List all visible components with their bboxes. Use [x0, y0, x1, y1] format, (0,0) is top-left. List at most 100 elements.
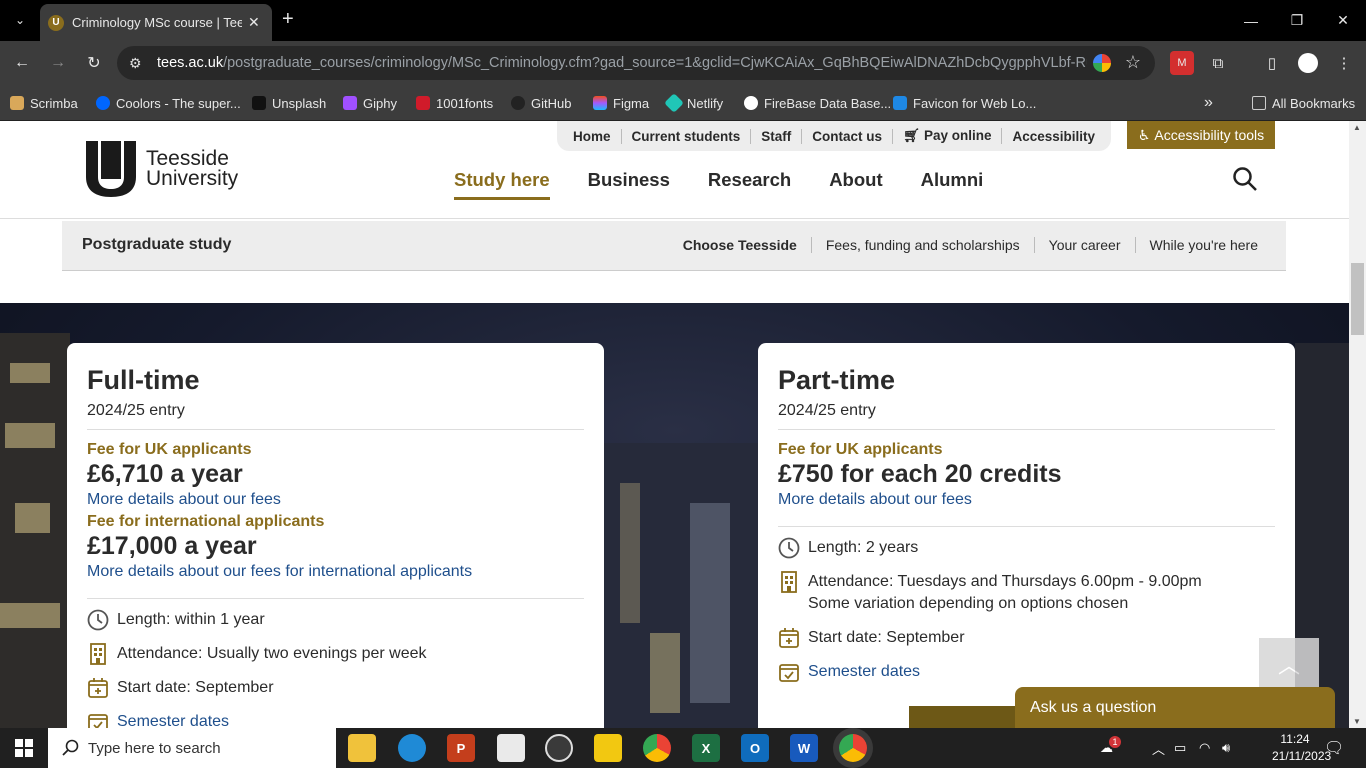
util-staff-link[interactable]: Staff [751, 128, 803, 144]
minimize-icon[interactable]: — [1228, 0, 1274, 41]
nav-business[interactable]: Business [588, 169, 670, 200]
side-panel-icon[interactable]: ▯ [1260, 51, 1284, 75]
scroll-up-icon[interactable]: ▲ [1353, 123, 1361, 132]
nav-alumni[interactable]: Alumni [921, 169, 984, 200]
subnav-while-here[interactable]: While you're here [1134, 237, 1273, 253]
bookmark-scrimba[interactable]: Scrimba [10, 93, 78, 113]
taskbar-search-box[interactable]: Type here to search [48, 728, 336, 768]
battery-icon[interactable]: ▭ [1174, 728, 1186, 768]
extensions-puzzle-icon[interactable]: ⧉ [1206, 51, 1230, 75]
outlook-icon[interactable]: O [741, 734, 769, 762]
fulltime-title: Full-time [87, 365, 200, 395]
ask-question-button[interactable]: Ask us a question [1015, 687, 1335, 728]
subnav-your-career[interactable]: Your career [1033, 237, 1135, 253]
whatsapp-icon[interactable] [545, 734, 573, 762]
back-icon[interactable]: ← [10, 51, 34, 75]
volume-icon[interactable]: 🔊︎ [1222, 728, 1230, 768]
nav-about[interactable]: About [829, 169, 882, 200]
fulltime-uk-label: Fee for UK applicants [87, 441, 252, 458]
forward-icon[interactable]: → [46, 51, 70, 75]
bookmark-firebase[interactable]: FireBase Data Base... [744, 93, 891, 113]
bookmark-netlify[interactable]: Netlify [664, 93, 723, 113]
system-clock[interactable]: 11:24 21/11/2023 [1272, 731, 1332, 765]
fulltime-semester-link[interactable]: Semester dates [117, 711, 229, 728]
parttime-semester-link[interactable]: Semester dates [808, 661, 920, 683]
extension-icon[interactable]: M [1170, 51, 1194, 75]
util-current-students-link[interactable]: Current students [622, 128, 752, 144]
util-accessibility-link[interactable]: Accessibility [1002, 129, 1105, 144]
subnav-fees-funding[interactable]: Fees, funding and scholarships [810, 237, 1034, 253]
close-window-icon[interactable]: ✕ [1320, 0, 1366, 41]
util-contact-link[interactable]: Contact us [802, 128, 894, 144]
parttime-uk-label: Fee for UK applicants [778, 441, 943, 458]
tab-search-icon[interactable]: ⌄ [6, 7, 34, 33]
powerpoint-icon[interactable]: P [447, 734, 475, 762]
tray-chevron-icon[interactable]: ︿ [1152, 728, 1165, 768]
powerbi-icon[interactable] [594, 734, 622, 762]
page-scrollbar[interactable]: ▲ ▼ [1349, 121, 1366, 728]
back-to-top-button[interactable]: ︿ [1259, 638, 1319, 690]
close-tab-icon[interactable]: ✕ [248, 14, 260, 31]
bookmark-github[interactable]: GitHub [511, 93, 571, 113]
weather-icon[interactable]: ☁︎ 1 [1100, 728, 1121, 768]
chevron-up-icon: ︿ [1277, 653, 1300, 678]
menu-icon[interactable]: ⋮ [1332, 51, 1356, 75]
fulltime-fees-link[interactable]: More details about our fees [87, 488, 584, 512]
utility-nav: Home Current students Staff Contact us 🛒… [557, 121, 1112, 151]
windows-start-icon[interactable] [0, 728, 48, 768]
chrome-icon[interactable] [643, 734, 671, 762]
browser-toolbar: ← → ↻ ⚙ tees.ac.uk/postgraduate_courses/… [0, 41, 1366, 85]
restore-icon[interactable]: ❐ [1274, 0, 1320, 41]
file-explorer-icon[interactable] [348, 734, 376, 762]
scroll-thumb[interactable] [1351, 263, 1364, 335]
parttime-attendance-block: Attendance: Tuesdays and Thursdays 6.00p… [808, 571, 1202, 615]
bookmark-1001fonts[interactable]: 1001fonts [416, 93, 493, 113]
parttime-length-row: Length: 2 years [778, 537, 1275, 559]
parttime-fees-link[interactable]: More details about our fees [778, 488, 1275, 512]
bookmark-favicon[interactable]: Favicon for Web Lo... [893, 93, 1036, 113]
clock-time: 11:24 [1280, 732, 1310, 746]
new-tab-icon[interactable]: + [282, 8, 294, 31]
util-pay-online-link[interactable]: 🛒︎ Pay online [893, 128, 1003, 144]
edge-icon[interactable] [398, 734, 426, 762]
notifications-icon[interactable]: 🗨︎ [1324, 728, 1344, 768]
logo-text: Teesside University [146, 147, 239, 190]
bookmark-figma[interactable]: Figma [593, 93, 649, 113]
notepad-icon[interactable] [497, 734, 525, 762]
reload-icon[interactable]: ↻ [82, 51, 106, 75]
subnav-title[interactable]: Postgraduate study [82, 236, 231, 254]
bookmarks-overflow-icon[interactable]: » [1204, 93, 1213, 113]
clock-date: 21/11/2023 [1272, 749, 1332, 763]
pay-online-label: Pay online [923, 128, 992, 143]
excel-icon[interactable]: X [692, 734, 720, 762]
fulltime-intl-fee: £17,000 a year [87, 532, 257, 560]
word-icon[interactable]: W [790, 734, 818, 762]
browser-tab-strip: ⌄ U Criminology MSc course | Teesside Un… [0, 0, 1366, 41]
all-bookmarks[interactable]: All Bookmarks [1252, 93, 1355, 113]
nav-research[interactable]: Research [708, 169, 791, 200]
parttime-card: Part-time 2024/25 entry Fee for UK appli… [758, 343, 1295, 728]
bookmark-unsplash[interactable]: Unsplash [252, 93, 326, 113]
site-info-icon[interactable]: ⚙ [129, 55, 157, 72]
bookmark-coolors[interactable]: Coolors - The super... [96, 93, 241, 113]
url-text: tees.ac.uk/postgraduate_courses/criminol… [157, 55, 1087, 71]
google-lens-icon[interactable] [1093, 54, 1111, 72]
search-icon[interactable] [1232, 166, 1258, 197]
bookmark-star-icon[interactable]: ☆ [1125, 52, 1141, 73]
fulltime-intl-fees-link[interactable]: More details about our fees for internat… [87, 560, 584, 584]
browser-tab-active[interactable]: U Criminology MSc course | Teesside Univ… [40, 4, 272, 41]
bookmark-giphy[interactable]: Giphy [343, 93, 397, 113]
bookmarks-bar: Scrimba Coolors - The super... Unsplash … [0, 85, 1366, 121]
accessibility-icon: ♿︎ [1137, 126, 1151, 143]
util-home-link[interactable]: Home [563, 128, 622, 144]
chrome-active-icon[interactable] [839, 734, 867, 762]
fulltime-start: Start date: September [117, 679, 274, 696]
wifi-icon[interactable]: ◠ [1199, 728, 1210, 768]
university-logo[interactable]: Teesside University [86, 141, 238, 197]
address-bar[interactable]: ⚙ tees.ac.uk/postgraduate_courses/crimin… [117, 46, 1155, 80]
profile-avatar-icon[interactable] [1296, 51, 1320, 75]
nav-study-here[interactable]: Study here [454, 169, 550, 200]
accessibility-tools-button[interactable]: ♿︎ Accessibility tools [1127, 121, 1275, 149]
scroll-down-icon[interactable]: ▼ [1353, 717, 1361, 726]
subnav-choose-teesside[interactable]: Choose Teesside [669, 237, 811, 253]
